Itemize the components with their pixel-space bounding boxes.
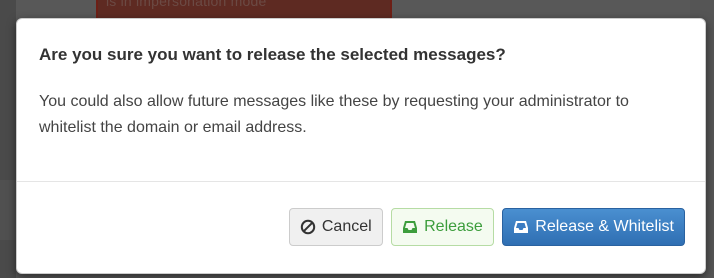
cancel-button-label: Cancel (321, 218, 372, 235)
release-confirm-dialog: Are you sure you want to release the sel… (16, 18, 706, 274)
release-whitelist-button[interactable]: Release & Whitelist (502, 208, 685, 246)
dialog-title: Are you sure you want to release the sel… (39, 45, 506, 64)
release-button[interactable]: Release (391, 208, 494, 246)
release-button-label: Release (424, 218, 483, 235)
release-whitelist-button-label: Release & Whitelist (535, 218, 674, 235)
dialog-message: You could also allow future messages lik… (39, 93, 629, 136)
dialog-footer: Cancel Release Release & Whitelist (17, 181, 705, 273)
backdrop-left-strip (0, 180, 16, 240)
cancel-button[interactable]: Cancel (288, 208, 383, 246)
dialog-body: Are you sure you want to release the sel… (17, 19, 705, 176)
impersonation-banner-text: is in impersonation mode (106, 0, 267, 9)
inbox-tray-icon (402, 219, 418, 235)
ban-icon (300, 219, 316, 235)
impersonation-banner: is in impersonation mode (96, 0, 392, 20)
inbox-tray-icon (513, 219, 529, 235)
